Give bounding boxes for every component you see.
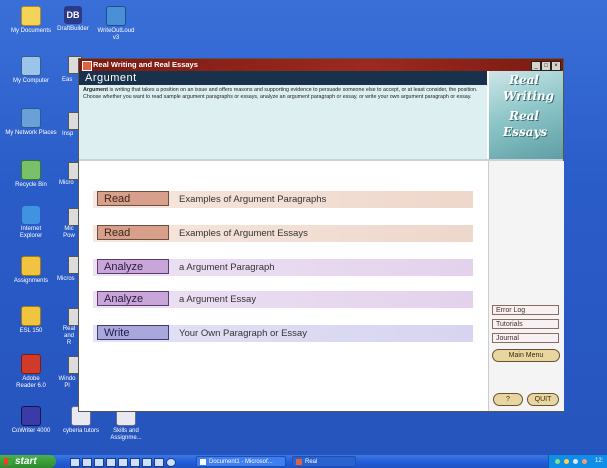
quicklaunch-icon-9[interactable] [166, 458, 176, 467]
brand-word-4: Essays [503, 125, 548, 139]
word-document-icon [200, 459, 206, 465]
tray-icon-2[interactable] [564, 459, 569, 464]
assignments-folder-icon [21, 256, 41, 276]
window-title-bar[interactable]: Real Writing and Real Essays _ □ × [79, 59, 563, 71]
option-verb[interactable]: Read [97, 191, 169, 206]
my-computer-icon [21, 56, 41, 76]
options-panel: Read Examples of Argument Paragraphs Rea… [79, 161, 487, 411]
error-log-button[interactable]: Error Log [492, 305, 559, 315]
my-documents-icon [21, 6, 41, 26]
option-analyze-paragraph[interactable]: Analyze a Argument Paragraph [93, 259, 473, 276]
adobe-reader-icon [21, 354, 41, 374]
help-button[interactable]: ? [493, 393, 523, 406]
taskbar-item-document[interactable]: Document1 - Microsof... [196, 456, 286, 467]
option-verb[interactable]: Analyze [97, 291, 169, 306]
esl-folder-icon [21, 306, 41, 326]
section-title: Argument [85, 72, 137, 84]
close-button[interactable]: × [551, 61, 561, 71]
tutorials-button[interactable]: Tutorials [492, 319, 559, 329]
window-title: Real Writing and Real Essays [93, 60, 198, 69]
taskbar-item-real[interactable]: Real [292, 456, 356, 467]
system-tray: 12: [548, 455, 607, 468]
quicklaunch-icon-6[interactable] [130, 458, 140, 467]
desktop-icon-internet-explorer[interactable]: Internet Explorer [0, 206, 62, 240]
quicklaunch-icon-7[interactable] [142, 458, 152, 467]
option-analyze-essay[interactable]: Analyze a Argument Essay [93, 291, 473, 308]
desktop-icon-cowriter[interactable]: CoWriter 4000 [0, 406, 62, 435]
desktop-icon-my-computer[interactable]: My Computer [0, 56, 62, 85]
cowriter-icon [21, 406, 41, 426]
tray-icon-1[interactable] [555, 459, 560, 464]
start-label: start [15, 456, 37, 467]
clock: 12: [595, 458, 604, 464]
option-verb[interactable]: Analyze [97, 259, 169, 274]
quicklaunch-icon-2[interactable] [82, 458, 92, 467]
option-verb[interactable]: Read [97, 225, 169, 240]
quicklaunch-icon-5[interactable] [118, 458, 128, 467]
quicklaunch-icon-4[interactable] [106, 458, 116, 467]
sidebar: Error Log Tutorials Journal Main Menu ? … [488, 161, 564, 411]
minimize-button[interactable]: _ [531, 61, 541, 71]
taskbar: start Document1 - Microsof... Real 12: [0, 455, 607, 468]
recycle-bin-icon [21, 160, 41, 180]
desktop-icon-assignments[interactable]: Assignments [0, 256, 62, 285]
desktop-icon-draftbuilder[interactable]: DB DraftBuilder [48, 6, 98, 33]
brand-logo: Real Writing Real Essays [489, 71, 563, 159]
internet-explorer-icon [22, 206, 40, 224]
option-text: Examples of Argument Essays [179, 228, 308, 239]
option-verb[interactable]: Write [97, 325, 169, 340]
description-body: is writing that takes a position on an i… [83, 87, 478, 100]
option-read-essays[interactable]: Read Examples of Argument Essays [93, 225, 473, 242]
journal-button[interactable]: Journal [492, 333, 559, 343]
desktop-icon-writeoutloud[interactable]: WriteOutLoud v3 [94, 6, 138, 42]
section-header: Argument [79, 71, 487, 85]
quicklaunch-icon-3[interactable] [94, 458, 104, 467]
option-read-paragraphs[interactable]: Read Examples of Argument Paragraphs [93, 191, 473, 208]
main-menu-button[interactable]: Main Menu [492, 349, 560, 362]
brand-word-3: Real [509, 109, 539, 123]
desktop-icon-recycle-bin[interactable]: Recycle Bin [0, 160, 62, 189]
quit-button[interactable]: QUIT [527, 393, 559, 406]
desktop-icon-esl-150[interactable]: ESL 150 [0, 306, 62, 335]
tray-icon-3[interactable] [573, 459, 578, 464]
option-text: a Argument Paragraph [179, 262, 275, 273]
brand-word-1: Real [509, 73, 539, 87]
desktop-icon-adobe-reader[interactable]: Adobe Reader 6.0 [0, 354, 62, 390]
real-app-icon [296, 459, 302, 465]
network-places-icon [21, 108, 41, 128]
description-lead: Argument [83, 87, 109, 93]
section-description: Argument is writing that takes a positio… [83, 87, 483, 101]
tray-icon-4[interactable] [582, 459, 587, 464]
brand-word-2: Writing [503, 89, 555, 103]
writeoutloud-icon [106, 6, 126, 26]
maximize-button[interactable]: □ [541, 61, 551, 71]
draftbuilder-icon: DB [64, 6, 82, 24]
start-button[interactable]: start [0, 455, 56, 468]
windows-flag-icon [4, 458, 12, 465]
option-text: a Argument Essay [179, 294, 257, 305]
option-write[interactable]: Write Your Own Paragraph or Essay [93, 325, 473, 342]
app-window: Real Writing and Real Essays _ □ × Argum… [78, 58, 564, 412]
desktop-icon-network-places[interactable]: My Network Places [0, 108, 62, 137]
option-text: Examples of Argument Paragraphs [179, 194, 327, 205]
quicklaunch-icon-8[interactable] [154, 458, 164, 467]
app-icon [82, 61, 92, 71]
quicklaunch-icon-1[interactable] [70, 458, 80, 467]
option-text: Your Own Paragraph or Essay [179, 328, 307, 339]
